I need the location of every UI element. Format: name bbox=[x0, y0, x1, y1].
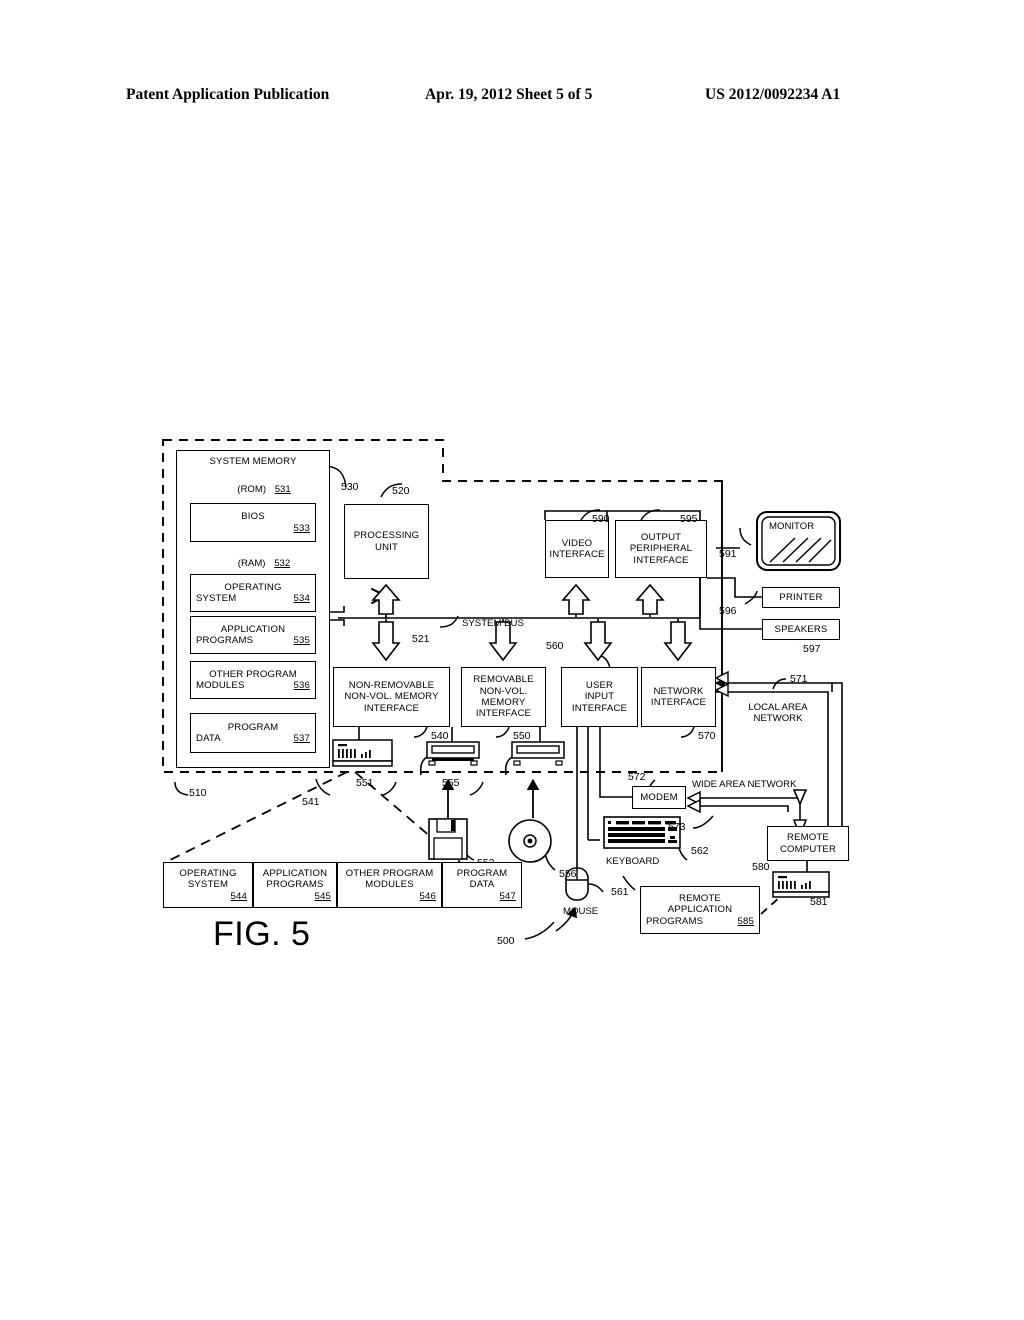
ref-591: 591 bbox=[719, 548, 737, 560]
legend-application-programs-545: APPLICATION PROGRAMS 545 bbox=[253, 862, 337, 908]
diagram-labels: SYSTEM MEMORY (ROM) 531 BIOS 533 (RAM) 5… bbox=[0, 0, 1024, 1320]
legend-operating-system-544: OPERATING SYSTEM 544 bbox=[163, 862, 253, 908]
bios-ref: 533 bbox=[293, 522, 310, 534]
ref-561: 561 bbox=[611, 886, 629, 898]
ref-590: 590 bbox=[592, 513, 610, 525]
program-data-box-537: PROGRAM DATA 537 bbox=[190, 713, 316, 753]
rap-ref: 585 bbox=[737, 915, 754, 927]
processing-unit-box-520: PROCESSING UNIT bbox=[344, 504, 429, 579]
ref-572: 572 bbox=[628, 771, 646, 783]
ram-label-row: (RAM) 532 bbox=[237, 558, 291, 569]
ref-571: 571 bbox=[790, 673, 808, 685]
modem-box-572: MODEM bbox=[632, 786, 686, 809]
system-memory-title: SYSTEM MEMORY bbox=[209, 456, 297, 467]
ref-500: 500 bbox=[497, 935, 515, 947]
legend-program-data-547: PROGRAM DATA 547 bbox=[442, 862, 522, 908]
ref-551: 551 bbox=[356, 777, 374, 789]
ref-520: 520 bbox=[392, 485, 410, 497]
app-ref: 535 bbox=[293, 635, 310, 646]
keyboard-label: KEYBOARD bbox=[606, 856, 660, 867]
ref-597: 597 bbox=[803, 643, 821, 655]
monitor-label: MONITOR bbox=[769, 521, 815, 532]
ref-573: 573 bbox=[668, 821, 686, 833]
ref-530: 530 bbox=[341, 481, 359, 493]
ref-510: 510 bbox=[189, 787, 207, 799]
ref-550: 550 bbox=[513, 730, 531, 742]
patent-figure-page: Patent Application Publication Apr. 19, … bbox=[0, 0, 1024, 1320]
ref-541: 541 bbox=[302, 796, 320, 808]
mouse-label: MOUSE bbox=[563, 906, 599, 917]
legend-other-program-modules-546: OTHER PROGRAM MODULES 546 bbox=[337, 862, 442, 908]
ref-521: 521 bbox=[412, 633, 430, 645]
network-interface-box-570: NETWORK INTERFACE bbox=[641, 667, 716, 727]
operating-system-box-534: OPERATING SYSTEM 534 bbox=[190, 574, 316, 612]
ref-562: 562 bbox=[691, 845, 709, 857]
user-input-interface-box-560: USER INPUT INTERFACE bbox=[561, 667, 638, 727]
printer-box-596: PRINTER bbox=[762, 587, 840, 608]
system-bus-label: SYSTEM BUS bbox=[462, 618, 524, 629]
ref-555: 555 bbox=[442, 777, 460, 789]
ref-595: 595 bbox=[680, 513, 698, 525]
wide-area-network-label: WIDE AREA NETWORK bbox=[692, 779, 797, 790]
ref-596: 596 bbox=[719, 605, 737, 617]
speakers-box-597: SPEAKERS bbox=[762, 619, 840, 640]
non-removable-memory-interface-box-540: NON-REMOVABLE NON-VOL. MEMORY INTERFACE bbox=[333, 667, 450, 727]
ref-540: 540 bbox=[431, 730, 449, 742]
ref-581: 581 bbox=[810, 896, 828, 908]
remote-computer-box-580: REMOTE COMPUTER bbox=[767, 826, 849, 861]
ram-ref: 532 bbox=[274, 558, 291, 569]
ref-570: 570 bbox=[698, 730, 716, 742]
rom-ref: 531 bbox=[274, 484, 291, 495]
local-area-network-label: LOCAL AREA NETWORK bbox=[748, 702, 808, 725]
rom-label-row: (ROM) 531 bbox=[237, 484, 291, 495]
ref-556: 556 bbox=[559, 868, 577, 880]
other-program-modules-box-536: OTHER PROGRAM MODULES 536 bbox=[190, 661, 316, 699]
video-interface-box-590: VIDEO INTERFACE bbox=[545, 520, 609, 578]
os-ref: 534 bbox=[293, 593, 310, 604]
application-programs-box-535: APPLICATION PROGRAMS 535 bbox=[190, 616, 316, 654]
ref-580: 580 bbox=[752, 861, 770, 873]
removable-memory-interface-box-550: REMOVABLE NON-VOL. MEMORY INTERFACE bbox=[461, 667, 546, 727]
figure-label: FIG. 5 bbox=[213, 915, 311, 953]
data-ref: 537 bbox=[293, 733, 310, 744]
output-peripheral-interface-box-595: OUTPUT PERIPHERAL INTERFACE bbox=[615, 520, 707, 578]
remote-application-programs-box-585: REMOTE APPLICATION PROGRAMS 585 bbox=[640, 886, 760, 934]
mod-ref: 536 bbox=[293, 680, 310, 691]
ref-560: 560 bbox=[546, 640, 564, 652]
bios-box: BIOS 533 bbox=[190, 503, 316, 542]
